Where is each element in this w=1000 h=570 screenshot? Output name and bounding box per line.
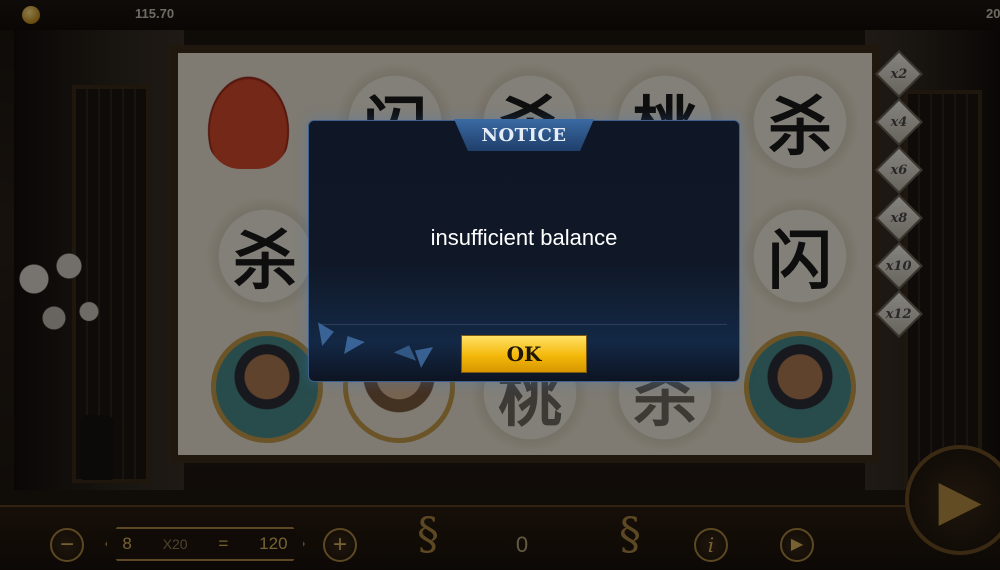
dialog-divider: [321, 324, 727, 325]
dialog-title-tab: NOTICE: [454, 119, 594, 151]
dialog-title: NOTICE: [481, 124, 567, 146]
ok-button[interactable]: OK: [461, 335, 587, 373]
dialog-message: insufficient balance: [430, 225, 618, 250]
game-screen: 115.70 20 闪 杀 桃 杀 杀 闪 桃 杀 x2: [0, 0, 1000, 570]
triangle-decoration-icon: [337, 329, 365, 355]
ok-button-label: OK: [506, 342, 542, 366]
notice-dialog: NOTICE insufficient balance OK: [308, 119, 740, 382]
triangle-decoration-icon: [408, 340, 434, 368]
